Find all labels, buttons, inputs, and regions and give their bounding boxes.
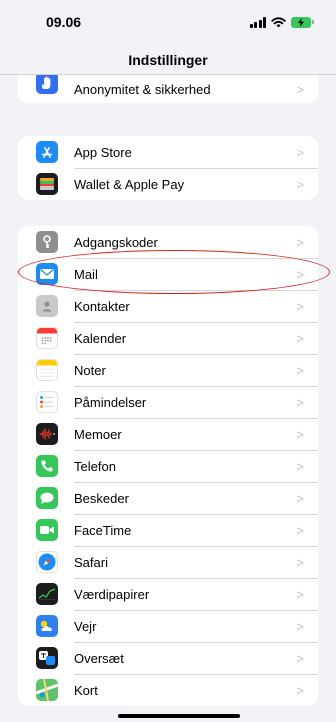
maps-icon (36, 679, 58, 701)
chevron-right-icon: > (296, 426, 304, 442)
settings-group-store: App Store > Wallet & Apple Pay > (18, 136, 318, 200)
settings-row-translate[interactable]: Oversæt > (18, 642, 318, 674)
settings-row-label: Vejr (74, 618, 97, 634)
phone-icon (36, 455, 58, 477)
messages-icon (36, 487, 58, 509)
notes-icon (36, 359, 58, 381)
settings-row-app-store[interactable]: App Store > (18, 136, 318, 168)
home-indicator (118, 714, 240, 718)
chevron-right-icon: > (296, 490, 304, 506)
voice-memos-icon (36, 423, 58, 445)
safari-icon (36, 551, 58, 573)
status-icons (249, 16, 314, 28)
chevron-right-icon: > (296, 650, 304, 666)
settings-row-label: Memoer (74, 426, 122, 442)
cellular-signal-icon (249, 16, 266, 28)
settings-row-label: Beskeder (74, 490, 129, 506)
reminders-icon (36, 391, 58, 413)
settings-row-mail[interactable]: Mail > (18, 258, 318, 290)
settings-row-label: Mail (74, 266, 98, 282)
settings-row-label: FaceTime (74, 522, 132, 538)
settings-row-label: Wallet & Apple Pay (74, 176, 185, 192)
chevron-right-icon: > (296, 554, 304, 570)
settings-row-voice-memos[interactable]: Memoer > (18, 418, 318, 450)
settings-row-label: Anonymitet & sikkerhed (74, 81, 211, 97)
settings-row-messages[interactable]: Beskeder > (18, 482, 318, 514)
settings-row-safari[interactable]: Safari > (18, 546, 318, 578)
settings-row-label: Værdipapirer (74, 586, 150, 602)
settings-row-label: Telefon (74, 458, 116, 474)
settings-row-phone[interactable]: Telefon > (18, 450, 318, 482)
status-time: 09.06 (46, 14, 82, 30)
chevron-right-icon: > (296, 362, 304, 378)
settings-row-contacts[interactable]: Kontakter > (18, 290, 318, 322)
settings-group-privacy: Anonymitet & sikkerhed > (18, 75, 318, 103)
chevron-right-icon: > (296, 618, 304, 634)
settings-row-label: Adgangskoder (74, 234, 158, 250)
chevron-right-icon: > (296, 234, 304, 250)
app-store-icon (36, 141, 58, 163)
settings-group-apps: Adgangskoder > Mail > Kontakter > Kalend… (18, 226, 318, 706)
chevron-right-icon: > (296, 522, 304, 538)
settings-row-label: App Store (74, 144, 132, 160)
privacy-hand-icon (36, 75, 58, 94)
settings-row-label: Kalender (74, 330, 127, 346)
settings-row-calendar[interactable]: Kalender > (18, 322, 318, 354)
page-title: Indstillinger (128, 52, 208, 68)
mail-icon (36, 263, 58, 285)
settings-row-facetime[interactable]: FaceTime > (18, 514, 318, 546)
settings-row-privacy[interactable]: Anonymitet & sikkerhed > (18, 75, 318, 103)
wifi-icon (271, 16, 286, 27)
settings-row-weather[interactable]: Vejr > (18, 610, 318, 642)
weather-icon (36, 615, 58, 637)
status-bar: 09.06 (0, 0, 336, 44)
settings-row-label: Kontakter (74, 298, 130, 314)
stocks-icon (36, 583, 58, 605)
wallet-icon (36, 173, 58, 195)
settings-row-maps[interactable]: Kort > (18, 674, 318, 706)
chevron-right-icon: > (296, 586, 304, 602)
settings-row-reminders[interactable]: Påmindelser > (18, 386, 318, 418)
translate-icon (36, 647, 58, 669)
chevron-right-icon: > (296, 176, 304, 192)
chevron-right-icon: > (296, 266, 304, 282)
settings-row-stocks[interactable]: Værdipapirer > (18, 578, 318, 610)
chevron-right-icon: > (296, 682, 304, 698)
settings-row-passwords[interactable]: Adgangskoder > (18, 226, 318, 258)
calendar-icon (36, 327, 58, 349)
chevron-right-icon: > (296, 298, 304, 314)
settings-row-label: Påmindelser (74, 394, 147, 410)
chevron-right-icon: > (296, 394, 304, 410)
settings-row-wallet[interactable]: Wallet & Apple Pay > (18, 168, 318, 200)
settings-row-label: Oversæt (74, 650, 124, 666)
chevron-right-icon: > (296, 330, 304, 346)
settings-row-notes[interactable]: Noter > (18, 354, 318, 386)
settings-row-label: Noter (74, 362, 106, 378)
contacts-icon (36, 295, 58, 317)
chevron-right-icon: > (296, 144, 304, 160)
key-icon (36, 231, 58, 253)
chevron-right-icon: > (296, 81, 304, 97)
battery-charging-icon (291, 16, 314, 28)
facetime-icon (36, 519, 58, 541)
settings-row-label: Kort (74, 682, 98, 698)
chevron-right-icon: > (296, 458, 304, 474)
settings-row-label: Safari (74, 554, 108, 570)
